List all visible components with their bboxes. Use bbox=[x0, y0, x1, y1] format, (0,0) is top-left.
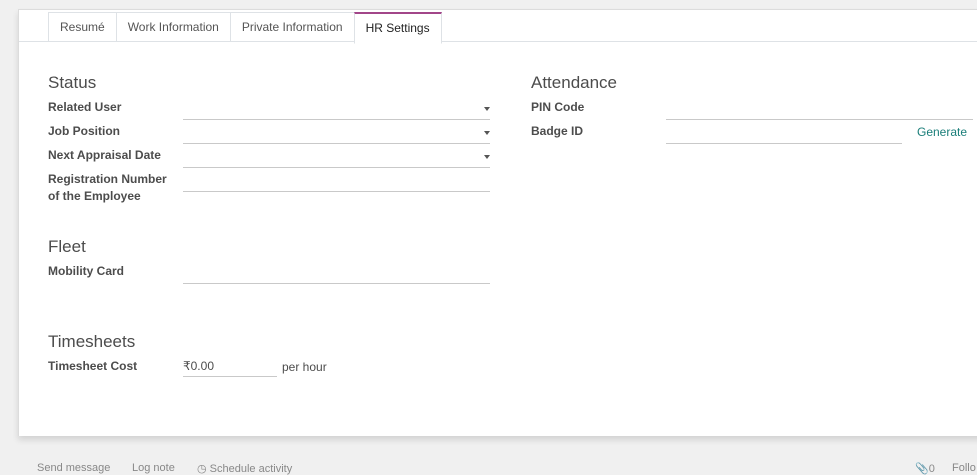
status-section-title: Status bbox=[48, 73, 97, 92]
log-note-button[interactable]: Log note bbox=[132, 462, 175, 474]
paperclip-icon: 📎 bbox=[915, 463, 929, 475]
fleet-section-title: Fleet bbox=[48, 237, 86, 256]
timesheet-cost-label: Timesheet Cost bbox=[48, 359, 138, 373]
clock-icon: ◷ bbox=[197, 463, 207, 475]
chevron-down-icon[interactable] bbox=[484, 107, 490, 111]
registration-number-label-line1: Registration Number bbox=[48, 172, 167, 186]
tab-hr-settings[interactable]: HR Settings bbox=[353, 12, 442, 44]
schedule-activity-label: Schedule activity bbox=[209, 463, 293, 475]
tab-work-information[interactable]: Work Information bbox=[115, 12, 230, 42]
attendance-section-title: Attendance bbox=[531, 73, 618, 92]
registration-number-label-line2: of the Employee bbox=[48, 189, 141, 203]
chevron-down-icon[interactable] bbox=[484, 155, 490, 159]
badge-id-input[interactable] bbox=[666, 123, 902, 144]
tab-resume[interactable]: Resumé bbox=[48, 12, 116, 42]
schedule-activity-button[interactable]: ◷ Schedule activity bbox=[197, 462, 292, 475]
generate-badge-link[interactable]: Generate bbox=[917, 125, 967, 139]
mobility-card-label: Mobility Card bbox=[48, 264, 125, 278]
registration-number-label: Registration Number of the Employee bbox=[48, 171, 167, 205]
related-user-select[interactable] bbox=[183, 99, 490, 120]
badge-id-label: Badge ID bbox=[531, 124, 584, 138]
job-position-label: Job Position bbox=[48, 124, 120, 138]
timesheet-cost-value: ₹0.00 bbox=[183, 359, 214, 373]
next-appraisal-date-label: Next Appraisal Date bbox=[48, 148, 161, 162]
pin-code-input[interactable] bbox=[666, 99, 973, 120]
attachments-button[interactable]: 📎0 bbox=[915, 462, 935, 475]
next-appraisal-date-field[interactable] bbox=[183, 147, 490, 168]
attachments-count: 0 bbox=[928, 463, 935, 475]
pin-code-label: PIN Code bbox=[531, 100, 585, 114]
notebook-tabs: Resumé Work Information Private Informat… bbox=[48, 12, 442, 44]
job-position-select[interactable] bbox=[183, 123, 490, 144]
timesheet-cost-unit: per hour bbox=[282, 360, 327, 374]
related-user-label: Related User bbox=[48, 100, 122, 114]
tab-private-information[interactable]: Private Information bbox=[229, 12, 354, 42]
timesheet-cost-input[interactable]: ₹0.00 bbox=[183, 356, 277, 377]
timesheets-section-title: Timesheets bbox=[48, 332, 136, 351]
mobility-card-input[interactable] bbox=[183, 263, 490, 284]
form-sheet: Resumé Work Information Private Informat… bbox=[18, 9, 977, 436]
follow-button[interactable]: Follo bbox=[952, 462, 976, 474]
send-message-button[interactable]: Send message bbox=[37, 462, 110, 474]
chevron-down-icon[interactable] bbox=[484, 131, 490, 135]
registration-number-input[interactable] bbox=[183, 171, 490, 192]
